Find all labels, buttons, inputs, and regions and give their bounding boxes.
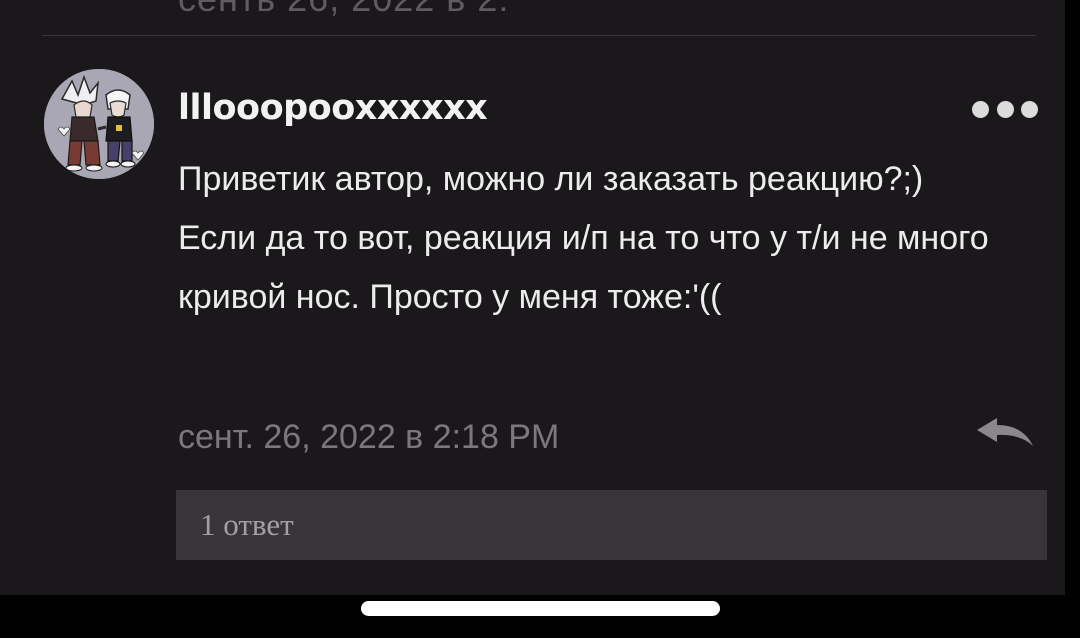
reply-arrow-icon[interactable]	[975, 416, 1037, 450]
screen: сенть 26, 2022 в 2:	[0, 0, 1080, 638]
more-dot	[996, 100, 1014, 118]
replies-count-label: 1 ответ	[200, 507, 294, 542]
home-indicator[interactable]	[361, 601, 720, 616]
avatar-illustration	[44, 69, 154, 179]
comment-divider	[42, 35, 1036, 36]
comment-timestamp: сент. 26, 2022 в 2:18 PM	[178, 418, 560, 456]
replies-toggle-button[interactable]: 1 ответ	[176, 490, 1047, 560]
more-options-icon[interactable]	[972, 96, 1038, 122]
comment-author[interactable]: lllooopooxxxxxx	[178, 88, 488, 128]
comments-panel: сенть 26, 2022 в 2:	[0, 0, 1065, 595]
previous-comment-timestamp: сенть 26, 2022 в 2:	[178, 0, 509, 20]
comment-body: Приветик автор, можно ли заказать реакци…	[178, 160, 989, 316]
more-dot	[972, 100, 989, 118]
more-dot	[1021, 100, 1038, 118]
avatar[interactable]	[44, 69, 154, 179]
